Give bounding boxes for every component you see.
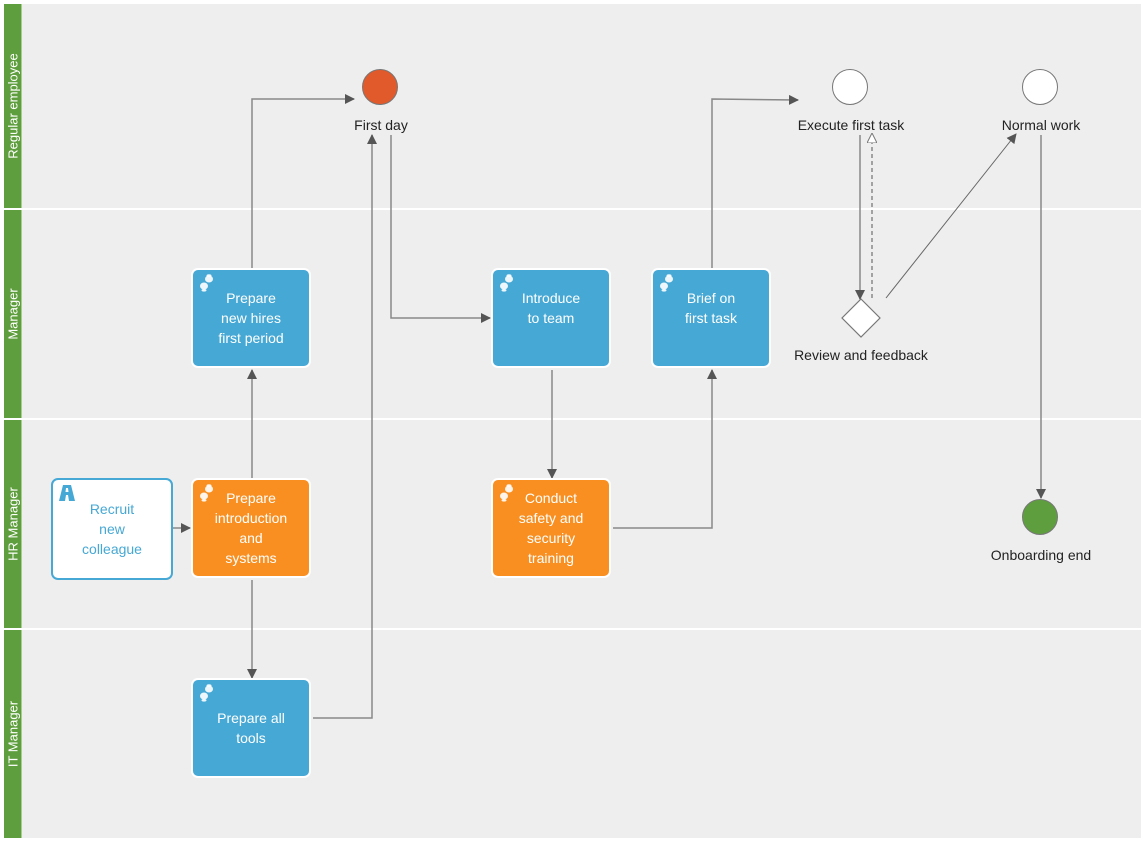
flow-review-to-normal[interactable] bbox=[885, 133, 1017, 299]
footsteps-icon bbox=[660, 274, 673, 292]
flow-conduct-to-brief[interactable] bbox=[613, 369, 717, 529]
task-prepare-all-tools[interactable]: Prepare all tools bbox=[191, 678, 311, 778]
task-label: Recruit new colleague bbox=[82, 501, 142, 557]
process-diagram: Regular employee Manager HR Manager IT M… bbox=[0, 0, 1145, 843]
event-label-onboarding-end: Onboarding end bbox=[990, 547, 1092, 563]
flow-connectors bbox=[173, 94, 1046, 719]
event-label-first-day: First day bbox=[354, 117, 408, 133]
task-recruit-new-colleague[interactable]: Recruit new colleague bbox=[51, 478, 173, 580]
gateway-label-review-and-feedback: Review and feedback bbox=[794, 347, 928, 363]
footsteps-icon bbox=[200, 484, 213, 502]
task-label: Prepare introduction and systems bbox=[214, 490, 288, 566]
event-onboarding-end[interactable] bbox=[1022, 499, 1058, 535]
task-conduct-safety-and-security-training[interactable]: Conduct safety and security training bbox=[491, 478, 611, 578]
footsteps-icon bbox=[200, 274, 213, 292]
flow-prepare-hires-to-first-day[interactable] bbox=[251, 94, 355, 268]
task-brief-on-first-task[interactable]: Brief on first task bbox=[651, 268, 771, 368]
flow-brief-to-execute[interactable] bbox=[711, 94, 799, 268]
task-label: Prepare all tools bbox=[217, 710, 285, 746]
flow-first-day-to-introduce[interactable] bbox=[390, 135, 491, 323]
event-first-day[interactable] bbox=[362, 69, 398, 105]
task-prepare-new-hires-first-period[interactable]: Prepare new hires first period bbox=[191, 268, 311, 368]
footsteps-icon bbox=[500, 484, 513, 502]
task-introduce-to-team[interactable]: Introduce to team bbox=[491, 268, 611, 368]
footsteps-icon bbox=[500, 274, 513, 292]
task-label: Prepare new hires first period bbox=[218, 290, 284, 346]
event-label-execute-first-task: Execute first task bbox=[797, 117, 905, 133]
road-icon bbox=[59, 485, 75, 501]
event-label-normal-work: Normal work bbox=[1001, 117, 1081, 133]
footsteps-icon bbox=[200, 684, 213, 702]
gateway-diamond[interactable] bbox=[841, 298, 881, 338]
event-normal-work[interactable] bbox=[1022, 69, 1058, 105]
flow-prepare-tools-to-first-day[interactable] bbox=[313, 134, 377, 719]
task-label: Conduct safety and security training bbox=[518, 490, 584, 566]
task-label: Introduce to team bbox=[521, 290, 581, 326]
event-execute-first-task[interactable] bbox=[832, 69, 868, 105]
task-label: Brief on first task bbox=[684, 290, 738, 326]
task-prepare-introduction-and-systems[interactable]: Prepare introduction and systems bbox=[191, 478, 311, 578]
